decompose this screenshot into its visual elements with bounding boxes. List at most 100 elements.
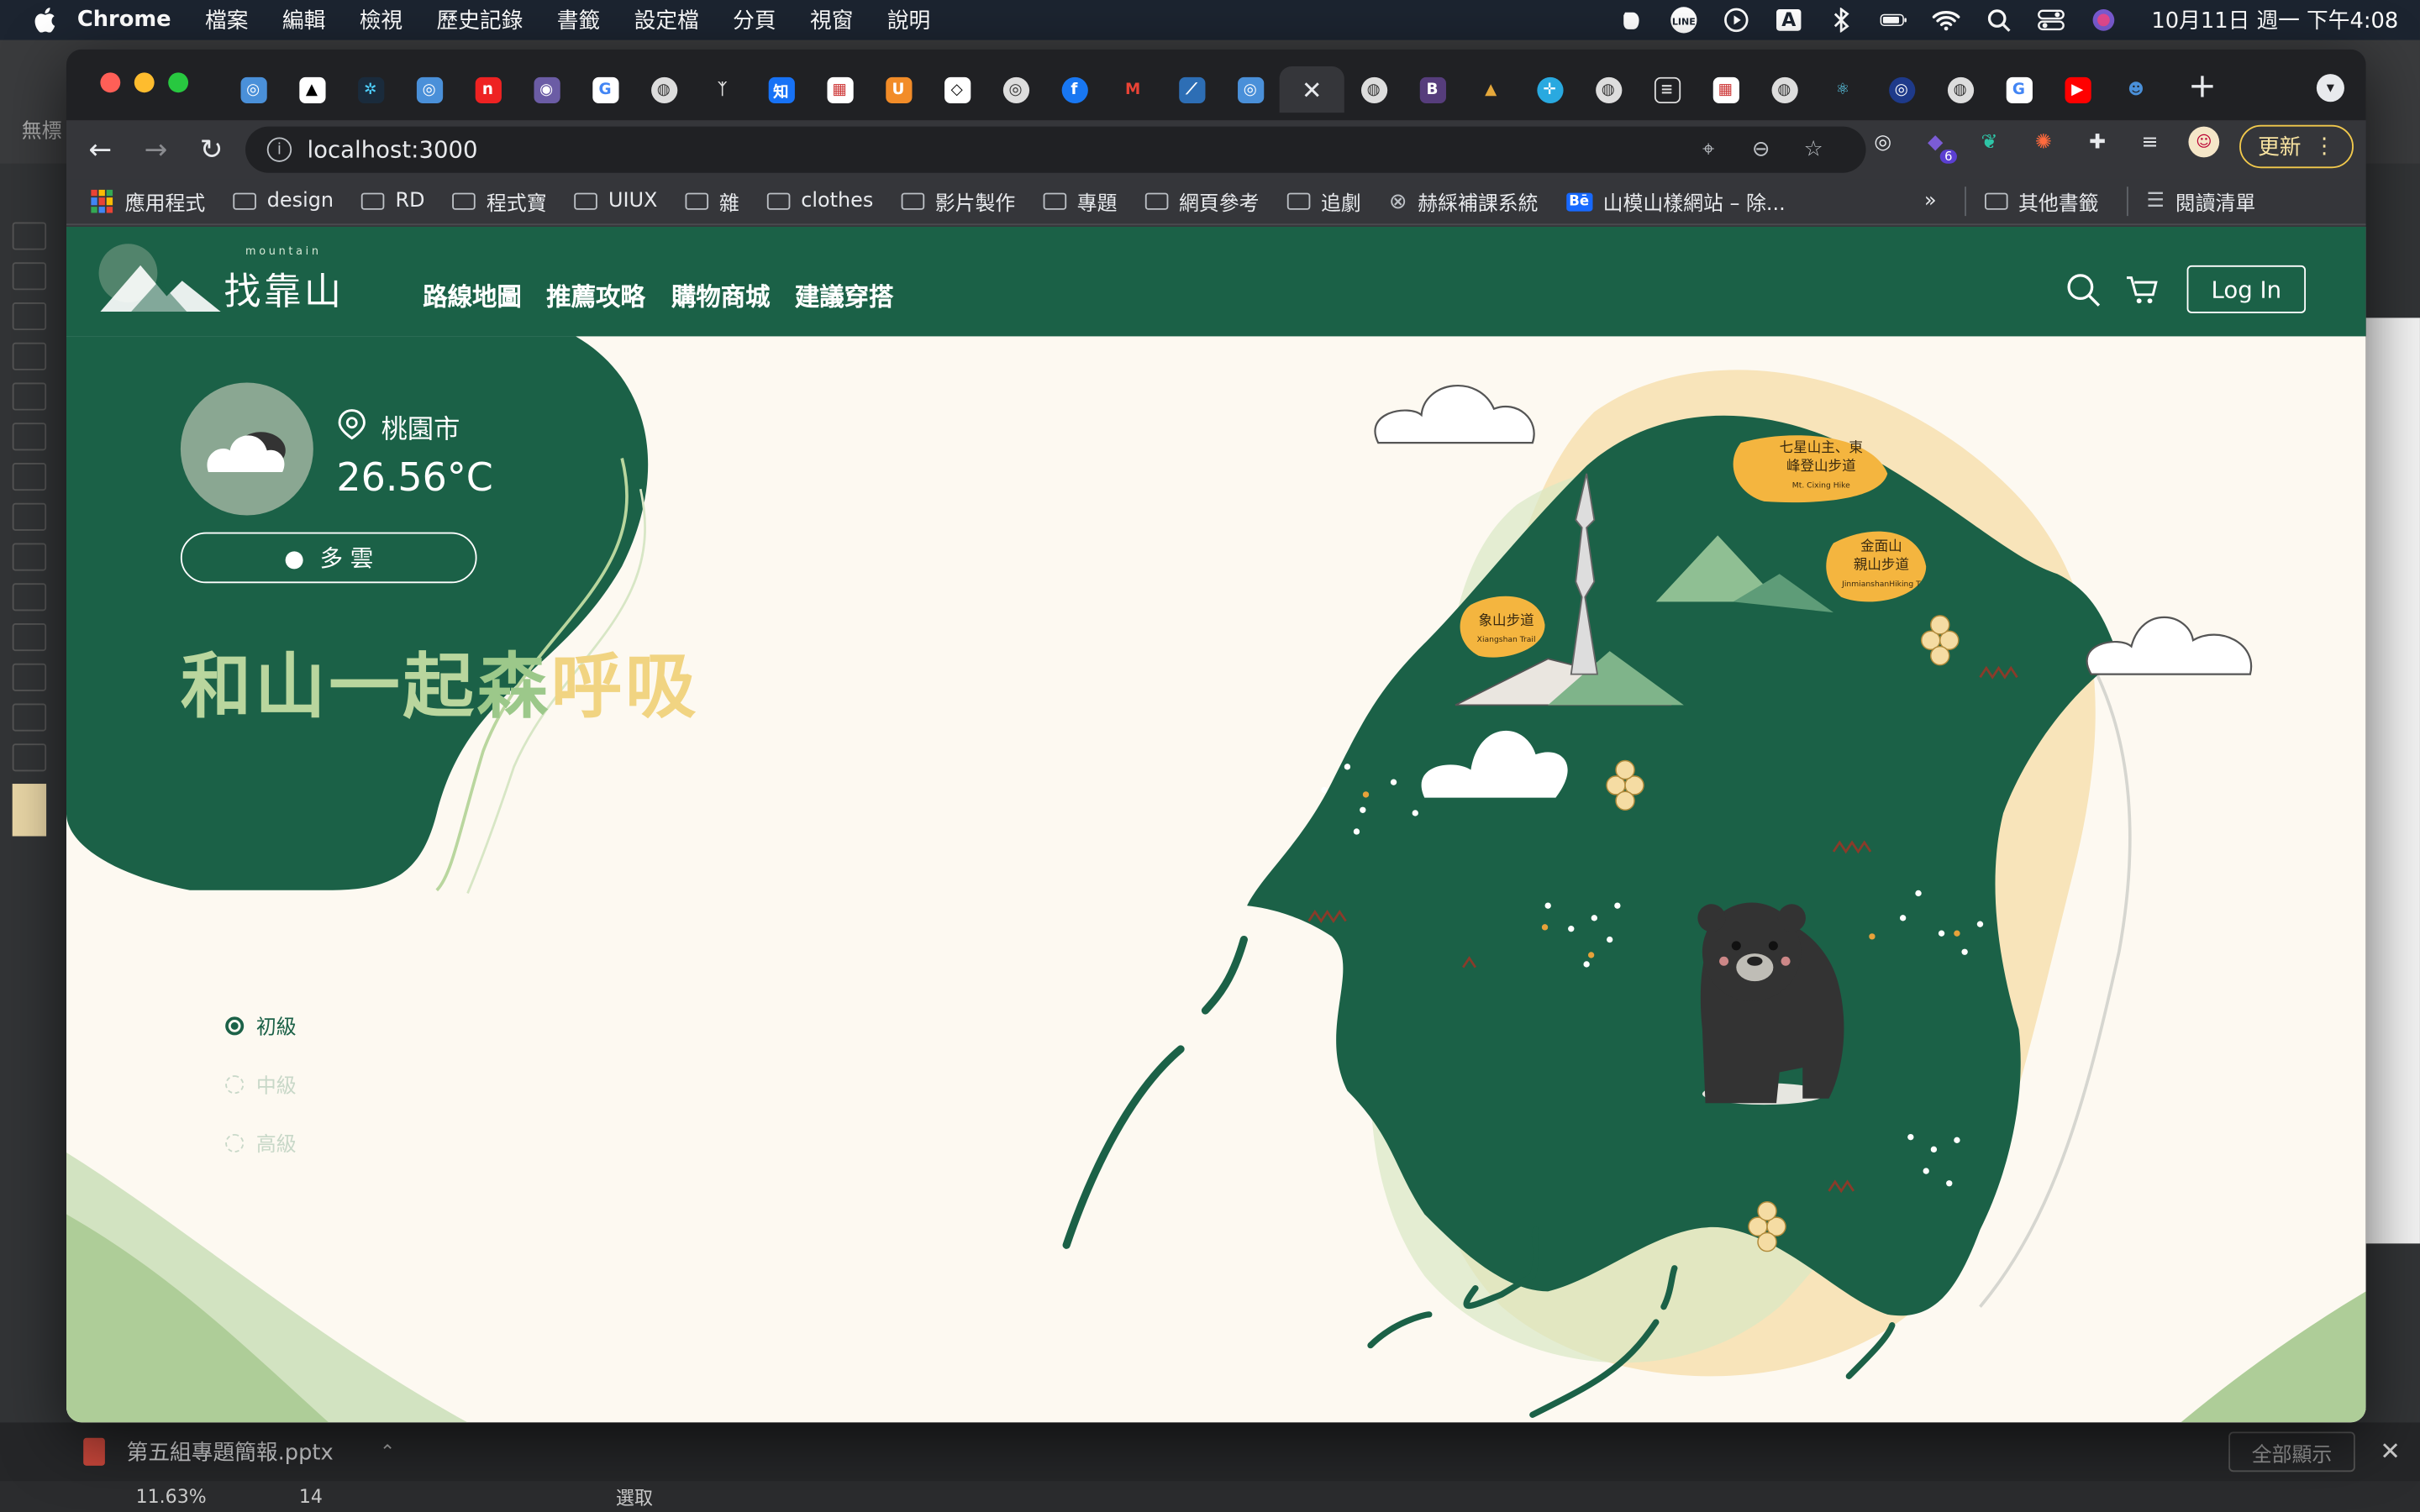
tab[interactable]: ✛ (1520, 66, 1579, 113)
tab[interactable]: ◍ (1344, 66, 1403, 113)
tab[interactable]: ◎ (1872, 66, 1931, 113)
tab[interactable]: G (1990, 66, 2049, 113)
site-logo[interactable]: mountain 找靠山 (97, 242, 345, 328)
close-tab-icon[interactable]: ✕ (1302, 75, 1323, 104)
tool-crop-icon[interactable] (12, 703, 47, 732)
tab-search-chevron-icon[interactable]: ▾ (2316, 74, 2344, 102)
tab[interactable]: ◎ (986, 66, 1045, 113)
level-radio-beginner[interactable]: 初級 (225, 1011, 297, 1040)
tab[interactable]: ◎ (224, 66, 282, 113)
menu-tab[interactable]: 分頁 (733, 5, 776, 36)
tool-ellipse-icon[interactable] (12, 382, 47, 411)
extensions-puzzle-icon[interactable]: ✚ (2082, 127, 2113, 158)
tab[interactable]: ◇ (928, 66, 986, 113)
bookmark-folder-clothes[interactable]: clothes (766, 190, 873, 213)
profile-avatar[interactable]: ☺ (2188, 126, 2220, 158)
menu-profiles[interactable]: 設定檔 (634, 5, 699, 36)
level-radio-intermediate[interactable]: 中級 (225, 1069, 297, 1099)
bookmark-tutoring[interactable]: ⊗ 赫綵補課系統 (1389, 186, 1539, 216)
chevron-up-icon[interactable]: ⌃ (380, 1441, 395, 1462)
update-button[interactable]: 更新 ⋮ (2239, 124, 2354, 169)
nav-guides[interactable]: 推薦攻略 (546, 276, 645, 313)
reading-list-button[interactable]: ☰ 閱讀清單 (2126, 186, 2255, 217)
reading-queue-icon[interactable]: ≡ (2134, 127, 2165, 158)
tab[interactable]: ✲ (341, 66, 400, 113)
tool-grid-icon[interactable] (12, 583, 47, 612)
bookmark-folder-video[interactable]: 影片製作 (901, 186, 1015, 216)
bookmark-folder-rd[interactable]: RD (361, 190, 424, 213)
bookmark-folder-design[interactable]: design (233, 190, 334, 213)
tab[interactable]: ▦ (810, 66, 869, 113)
tab[interactable]: B (1403, 66, 1462, 113)
tab[interactable]: ▦ (1697, 66, 1755, 113)
tab[interactable]: ◍ (1754, 66, 1813, 113)
menu-help[interactable]: 說明 (887, 5, 930, 36)
tool-brush-icon[interactable] (12, 423, 47, 451)
tab-active[interactable]: ✕ (1279, 66, 1344, 113)
forward-arrow-icon[interactable]: → (134, 128, 177, 171)
input-method-icon[interactable]: A (1775, 6, 1802, 34)
bookmark-folder-misc[interactable]: 雜 (685, 186, 739, 216)
extension-lifebuoy-icon[interactable]: ✺ (2028, 127, 2059, 158)
spotlight-search-icon[interactable] (1985, 6, 2012, 34)
trail-label-jinmian[interactable]: 金面山 親山步道 JinmianshanHiking T (1833, 538, 1929, 594)
wifi-icon[interactable] (1932, 6, 1960, 34)
back-arrow-icon[interactable]: ← (79, 128, 122, 171)
tab[interactable]: ▲ (1461, 66, 1520, 113)
nav-route-map[interactable]: 路線地圖 (423, 276, 522, 313)
extension-cube-icon[interactable]: ◆ 6 (1920, 127, 1957, 164)
bookmarks-overflow[interactable]: » (1924, 190, 1937, 213)
menu-view[interactable]: 檢視 (360, 5, 402, 36)
apple-icon[interactable] (31, 6, 59, 34)
reload-icon[interactable]: ↻ (190, 128, 233, 171)
level-radio-advanced[interactable]: 高級 (225, 1128, 297, 1158)
trail-label-qixing[interactable]: 七星山主、東 峰登山步道 Mt. Cixing Hike (1767, 439, 1876, 495)
tab[interactable]: ◍ (634, 66, 693, 113)
menu-file[interactable]: 檔案 (205, 5, 248, 36)
menubar-clock[interactable]: 10月11日 週一 下午4:08 (2151, 5, 2398, 36)
tool-shape-builder-icon[interactable] (12, 543, 47, 571)
address-bar[interactable]: i localhost:3000 ⌖ ⊖ ☆ (245, 126, 1866, 173)
bluetooth-icon[interactable] (1828, 6, 1855, 34)
bookmark-star-icon[interactable]: ☆ (1801, 137, 1825, 161)
siri-icon[interactable] (2090, 6, 2118, 34)
tab[interactable]: U (869, 66, 928, 113)
line-icon[interactable]: LINE (1670, 6, 1697, 34)
tool-rotate-icon[interactable] (12, 463, 47, 491)
site-info-icon[interactable]: i (266, 137, 292, 162)
tab[interactable]: ◍ (1579, 66, 1638, 113)
tab[interactable]: ◉ (517, 66, 576, 113)
tab[interactable]: ≡ (1638, 66, 1697, 113)
menu-edit[interactable]: 編輯 (282, 5, 325, 36)
close-icon[interactable]: ✕ (2380, 1436, 2401, 1466)
tool-hand-icon[interactable] (12, 743, 47, 772)
menu-window[interactable]: 視窗 (810, 5, 853, 36)
tab[interactable]: M (1103, 66, 1162, 113)
bookmark-folder-drama[interactable]: 追劇 (1286, 186, 1361, 216)
page-number[interactable]: 14 (299, 1486, 323, 1508)
show-all-button[interactable]: 全部顯示 (2228, 1431, 2355, 1473)
bookmark-folder-uiux[interactable]: UIUX (574, 190, 657, 213)
tab[interactable]: ▶ (2048, 66, 2107, 113)
tool-type-icon[interactable] (12, 342, 47, 370)
tab[interactable]: ⟋ (1162, 66, 1221, 113)
bookmark-apps[interactable]: 應用程式 (91, 186, 205, 216)
zoom-readout[interactable]: 11.63% (136, 1486, 207, 1508)
bookmark-other[interactable]: 其他書籤 (1964, 186, 2099, 217)
tool-pen-icon[interactable] (12, 302, 47, 331)
trail-label-xiangshan[interactable]: 象山步道 Xiangshan Trail (1463, 612, 1549, 649)
tab[interactable]: ᛉ (693, 66, 752, 113)
extension-ring-icon[interactable]: ◎ (1867, 127, 1898, 158)
battery-icon[interactable] (1880, 6, 1907, 34)
url-text[interactable]: localhost:3000 (308, 136, 478, 164)
control-center-icon[interactable] (2038, 6, 2065, 34)
tab[interactable]: ◎ (400, 66, 459, 113)
tool-artboard-icon[interactable] (12, 663, 47, 691)
bookmark-folder-webref[interactable]: 網頁參考 (1144, 186, 1260, 216)
tab[interactable]: 知 (751, 66, 810, 113)
tool-warp-icon[interactable] (12, 502, 47, 531)
minimize-window-button[interactable] (134, 72, 155, 93)
location-pin-icon[interactable]: ⌖ (1697, 137, 1721, 161)
zoom-window-button[interactable] (168, 72, 189, 93)
tool-magic-wand-icon[interactable] (12, 262, 47, 291)
